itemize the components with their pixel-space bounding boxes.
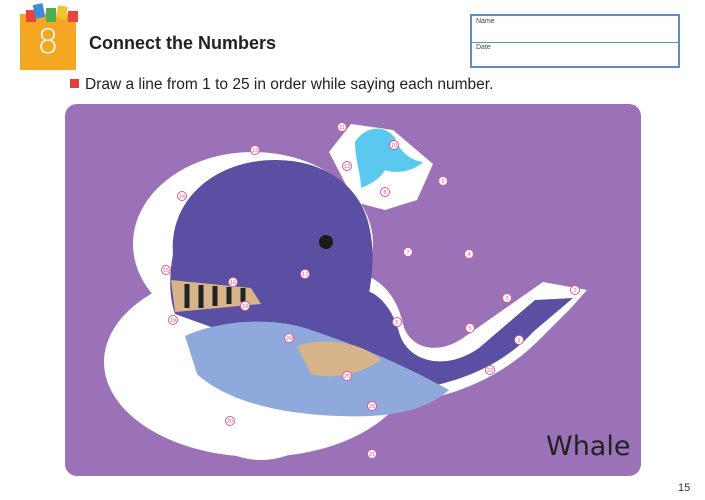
dot-label: 6 (395, 320, 398, 326)
date-label: Date (476, 44, 491, 51)
dot-label: 15 (163, 268, 169, 274)
dot-label: 2 (573, 288, 576, 294)
bullet-square-icon (70, 79, 79, 88)
dot-label: 9 (441, 179, 444, 185)
dot-label: 19 (170, 318, 176, 324)
dot-label: 11 (339, 125, 345, 131)
lesson-number: 8 (37, 22, 59, 62)
dot-1[interactable]: 1 (514, 335, 524, 345)
dot-10[interactable]: 10 (389, 140, 399, 150)
dot-14[interactable]: 14 (177, 191, 187, 201)
dot-9[interactable]: 9 (438, 176, 448, 186)
page-number: 15 (678, 482, 691, 494)
dot-25[interactable]: 25 (342, 371, 352, 381)
dot-label: 17 (302, 272, 308, 278)
dot-19[interactable]: 19 (168, 315, 178, 325)
dot-label: 25 (344, 374, 350, 380)
dot-2[interactable]: 2 (570, 285, 580, 295)
dot-label: 21 (369, 452, 375, 458)
dot-label: 18 (242, 304, 248, 310)
dot-label: 3 (505, 296, 508, 302)
puzzle-caption: Whale (546, 431, 630, 462)
dot-label: 12 (344, 164, 350, 170)
dot-15[interactable]: 15 (161, 265, 171, 275)
dot-label: 13 (252, 148, 258, 154)
name-label: Name (476, 18, 495, 25)
dot-13[interactable]: 13 (250, 145, 260, 155)
dot-8[interactable]: 8 (380, 187, 390, 197)
dot-label: 23 (369, 404, 375, 410)
dot-22[interactable]: 22 (485, 365, 495, 375)
date-field[interactable]: Date (472, 42, 678, 68)
dot-12[interactable]: 12 (342, 161, 352, 171)
letter-blocks-icon (26, 3, 78, 22)
dot-label: 22 (487, 368, 493, 374)
dot-11[interactable]: 11 (337, 122, 347, 132)
dot-24[interactable]: 24 (284, 333, 294, 343)
dot-label: 8 (383, 190, 386, 196)
dot-label: 4 (467, 252, 470, 258)
dot-7[interactable]: 7 (403, 247, 413, 257)
dot-17[interactable]: 17 (300, 269, 310, 279)
instruction-text: Draw a line from 1 to 25 in order while … (70, 76, 493, 94)
dot-18[interactable]: 18 (240, 301, 250, 311)
dot-label: 10 (391, 143, 397, 149)
dot-16[interactable]: 16 (228, 277, 238, 287)
dot-5[interactable]: 5 (465, 323, 475, 333)
dot-label: 20 (227, 419, 233, 425)
dot-6[interactable]: 6 (392, 317, 402, 327)
dot-21[interactable]: 21 (367, 449, 377, 459)
whale-puzzle: 1234567891011121314151617181920212223242… (65, 104, 641, 476)
whale-eye (319, 235, 333, 249)
dot-label: 1 (517, 338, 520, 344)
dot-label: 24 (286, 336, 292, 342)
dot-label: 14 (179, 194, 185, 200)
dot-4[interactable]: 4 (464, 249, 474, 259)
page-title: Connect the Numbers (89, 33, 277, 53)
name-date-box: Name Date (470, 14, 680, 68)
dot-3[interactable]: 3 (502, 293, 512, 303)
dot-label: 16 (230, 280, 236, 286)
dot-label: 5 (468, 326, 471, 332)
dot-23[interactable]: 23 (367, 401, 377, 411)
dot-20[interactable]: 20 (225, 416, 235, 426)
dot-label: 7 (406, 250, 409, 256)
name-field[interactable]: Name (472, 16, 678, 43)
